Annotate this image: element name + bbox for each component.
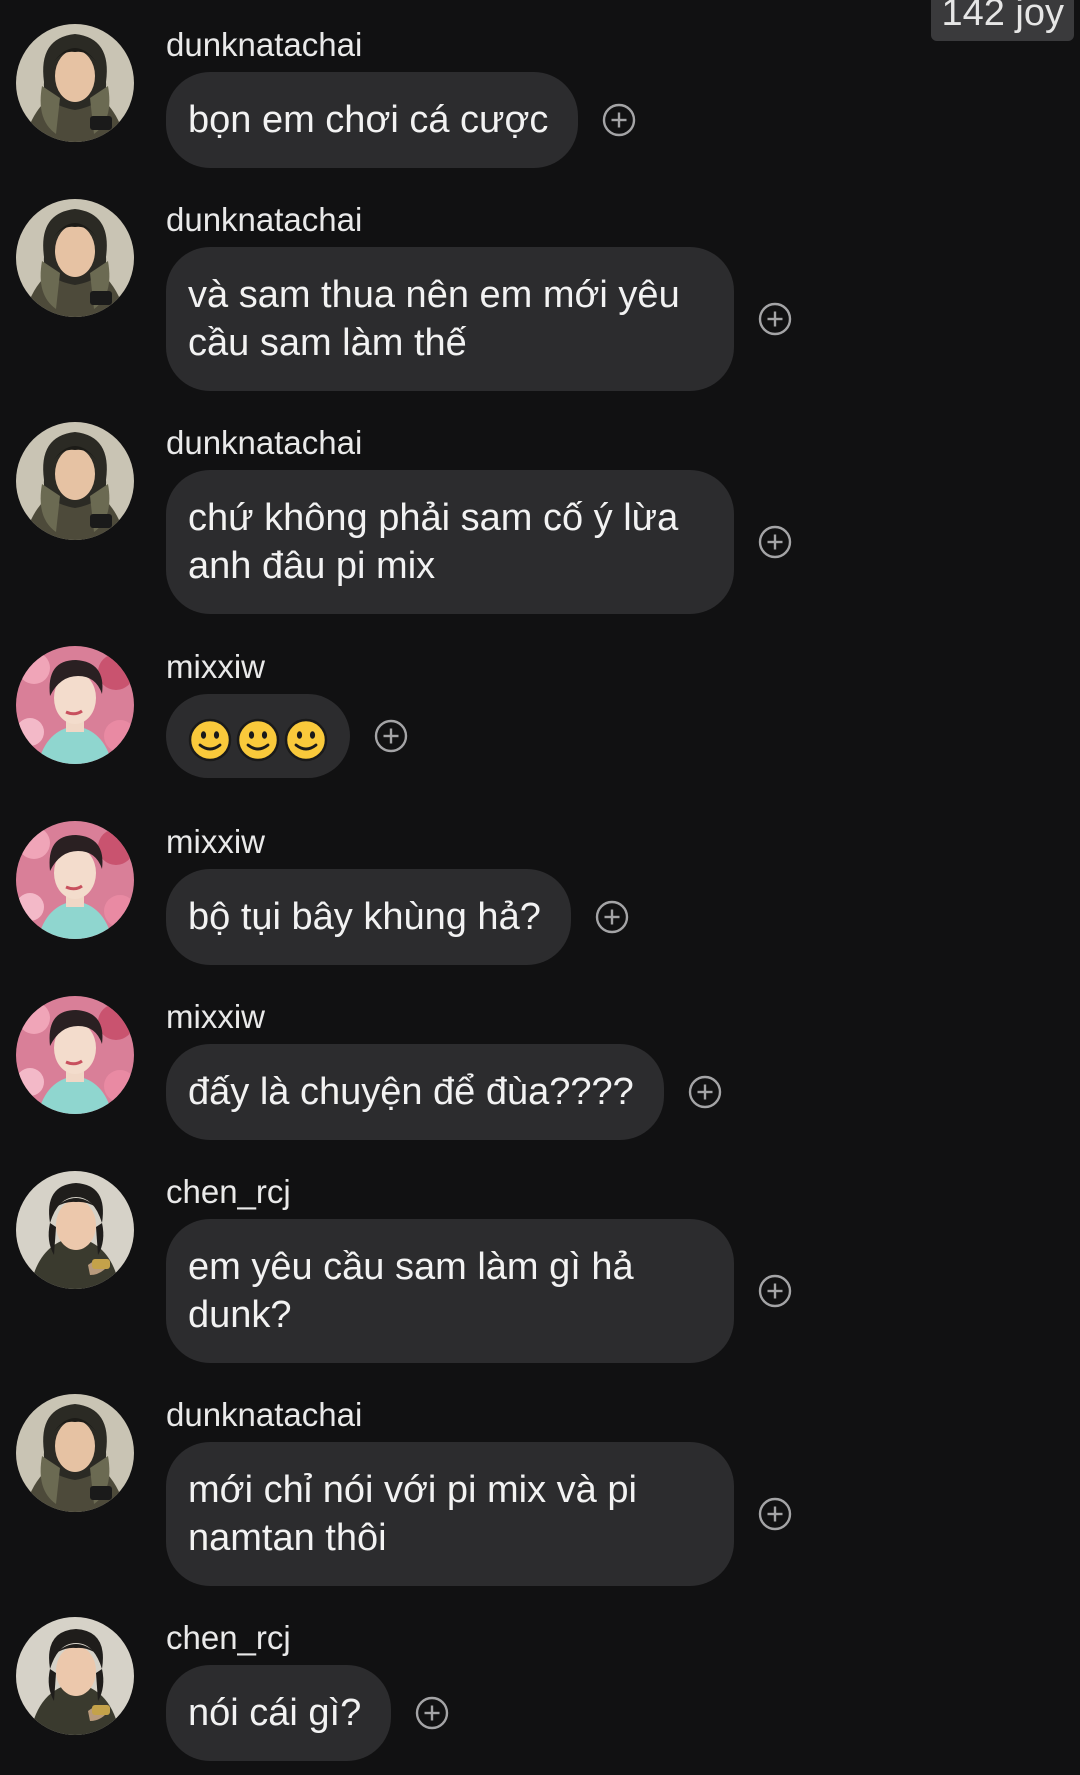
avatar[interactable] — [16, 1394, 134, 1512]
message-bubble[interactable]: bộ tụi bây khùng hả? — [166, 869, 571, 965]
add-reaction-icon[interactable] — [374, 719, 408, 753]
add-reaction-icon[interactable] — [758, 525, 792, 559]
message-bubble[interactable] — [166, 694, 350, 778]
message-username[interactable]: dunknatachai — [166, 201, 362, 239]
add-reaction-icon[interactable] — [758, 302, 792, 336]
message-bubble[interactable]: mới chỉ nói với pi mix và pi namtan thôi — [166, 1442, 734, 1586]
message-username[interactable]: mixxiw — [166, 648, 265, 686]
message-bubble[interactable]: và sam thua nên em mới yêu cầu sam làm t… — [166, 247, 734, 391]
message-bubble[interactable]: chứ không phải sam cố ý lừa anh đâu pi m… — [166, 470, 734, 614]
message-bubble[interactable]: em yêu cầu sam làm gì hả dunk? — [166, 1219, 734, 1363]
add-reaction-icon[interactable] — [595, 900, 629, 934]
avatar[interactable] — [16, 422, 134, 540]
avatar[interactable] — [16, 996, 134, 1114]
add-reaction-icon[interactable] — [602, 103, 636, 137]
avatar[interactable] — [16, 199, 134, 317]
slightly-smiling-face-icon — [284, 718, 328, 762]
message-username[interactable]: chen_rcj — [166, 1173, 291, 1211]
add-reaction-icon[interactable] — [758, 1274, 792, 1308]
add-reaction-icon[interactable] — [688, 1075, 722, 1109]
message-bubble[interactable]: bọn em chơi cá cược — [166, 72, 579, 168]
message-username[interactable]: mixxiw — [166, 998, 265, 1036]
avatar[interactable] — [16, 646, 134, 764]
avatar[interactable] — [16, 1171, 134, 1289]
slightly-smiling-face-icon — [188, 718, 232, 762]
message-bubble[interactable]: đấy là chuyện để đùa???? — [166, 1044, 664, 1140]
message-username[interactable]: dunknatachai — [166, 424, 362, 462]
add-reaction-icon[interactable] — [758, 1497, 792, 1531]
slightly-smiling-face-icon — [236, 718, 280, 762]
avatar[interactable] — [16, 24, 134, 142]
message-username[interactable]: chen_rcj — [166, 1619, 291, 1657]
message-bubble[interactable]: nói cái gì? — [166, 1665, 392, 1761]
watermark-label: 142 joy — [931, 0, 1074, 41]
avatar[interactable] — [16, 821, 134, 939]
avatar[interactable] — [16, 1617, 134, 1735]
message-username[interactable]: dunknatachai — [166, 1396, 362, 1434]
message-username[interactable]: mixxiw — [166, 823, 265, 861]
add-reaction-icon[interactable] — [415, 1696, 449, 1730]
message-username[interactable]: dunknatachai — [166, 26, 362, 64]
